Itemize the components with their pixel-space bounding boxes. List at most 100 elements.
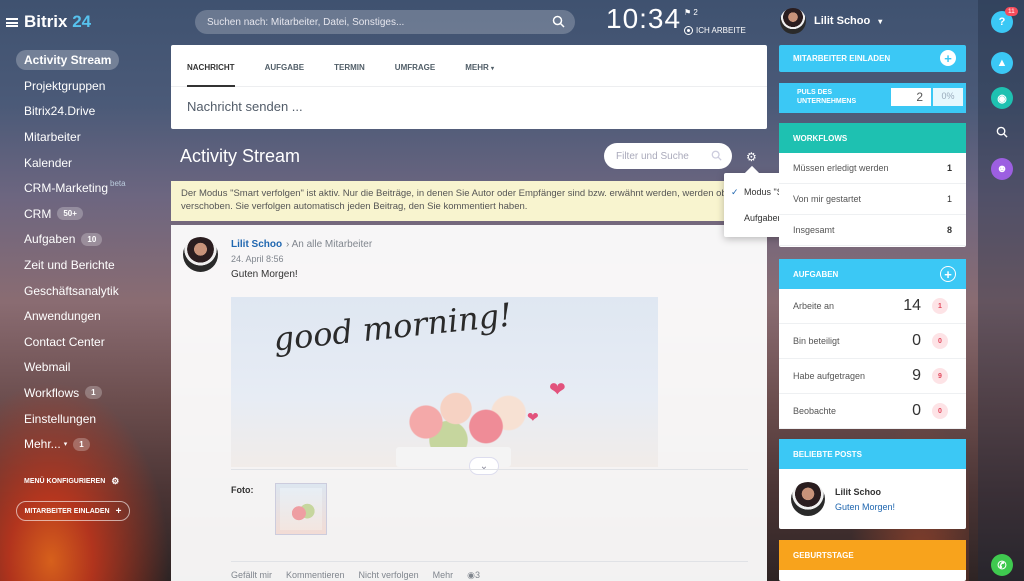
pulse-header: PULS DES UNTERNEHMENS 2 0% — [779, 83, 966, 113]
message-input[interactable]: Nachricht senden ... — [171, 87, 767, 126]
photo-label: Foto: — [231, 485, 254, 495]
post-date[interactable]: 24. April 8:56 — [231, 254, 284, 264]
workflow-label: Insgesamt — [793, 225, 835, 235]
workflow-label: Von mir gestartet — [793, 194, 862, 204]
work-status[interactable]: ICH ARBEITE — [684, 26, 746, 35]
phone-icon[interactable]: ✆ — [991, 554, 1013, 576]
sidebar-item-label: Projektgruppen — [24, 78, 106, 93]
configure-menu-link[interactable]: MENÜ KONFIGURIEREN ⚙ — [24, 476, 119, 487]
user-name: Lilit Schoo — [814, 15, 871, 27]
sidebar-item-label: Contact Center — [24, 334, 105, 349]
sidebar-item-einstellungen[interactable]: Einstellungen — [16, 406, 126, 432]
tab-termin[interactable]: TERMIN — [334, 63, 365, 86]
invite-widget-label: MITARBEITER EINLADEN — [793, 54, 891, 63]
flag-counter[interactable]: ⚑ 2 — [684, 8, 698, 17]
comment-button[interactable]: Kommentieren — [286, 570, 345, 581]
post-author[interactable]: Lilit Schoo — [231, 239, 282, 250]
sidebar-item-crm[interactable]: CRM 50+ — [16, 201, 126, 227]
popular-post-link[interactable]: Guten Morgen! — [835, 502, 895, 512]
sidebar-item-mehr[interactable]: Mehr... ▾ 1 — [16, 431, 126, 457]
list-item[interactable]: Beobachte 0 0 — [779, 394, 966, 429]
sidebar-item-workflows[interactable]: Workflows 1 — [16, 380, 126, 406]
filter-placeholder: Filter und Suche — [616, 150, 689, 162]
popular-posts-header: BELIEBTE POSTS — [779, 439, 966, 469]
menu-icon[interactable] — [6, 17, 18, 27]
like-button[interactable]: Gefällt mir — [231, 570, 272, 581]
notification-count: 11 — [1005, 7, 1018, 16]
tab-nachricht[interactable]: NACHRICHT — [187, 63, 235, 87]
sidebar-item-projektgruppen[interactable]: Projektgruppen — [16, 73, 126, 99]
sidebar-item-contact-center[interactable]: Contact Center — [16, 329, 126, 355]
user-menu[interactable]: Lilit Schoo ▾ — [780, 8, 882, 34]
sidebar-item-zeit[interactable]: Zeit und Berichte — [16, 252, 126, 278]
sidebar-item-label: Zeit und Berichte — [24, 257, 115, 272]
plus-icon[interactable]: + — [940, 266, 956, 282]
popular-post-author: Lilit Schoo — [835, 487, 881, 497]
tab-mehr[interactable]: MEHR ▾ — [465, 63, 494, 86]
tasks-header[interactable]: AUFGABEN + — [779, 259, 966, 289]
divider — [231, 561, 748, 562]
sidebar-item-activity-stream[interactable]: Activity Stream — [16, 50, 120, 70]
sidebar-item-drive[interactable]: Bitrix24.Drive — [16, 99, 126, 125]
task-count: 9 — [912, 367, 921, 384]
search-icon[interactable] — [991, 121, 1013, 143]
task-label: Arbeite an — [793, 301, 835, 311]
compose-tabs: NACHRICHT AUFGABE TERMIN UMFRAGE MEHR ▾ — [171, 45, 767, 87]
workflows-title: WORKFLOWS — [793, 133, 848, 143]
post-actions: Gefällt mir Kommentieren Nicht verfolgen… — [231, 570, 480, 581]
gear-icon: ⚙ — [111, 476, 120, 486]
bell-icon[interactable]: ▲ — [991, 52, 1013, 74]
sidebar-item-label: Aufgaben — [24, 232, 76, 247]
sidebar-item-kalender[interactable]: Kalender — [16, 150, 126, 176]
right-toolbar: ? 11 ▲ ◉ ☻ ✆ — [978, 0, 1024, 581]
avatar[interactable] — [183, 237, 218, 272]
workflows-widget: WORKFLOWS Müssen erledigt werden 1 Von mi… — [779, 123, 966, 247]
filter-input[interactable]: Filter und Suche — [604, 143, 732, 169]
sidebar-item-anwendungen[interactable]: Anwendungen — [16, 303, 126, 329]
clock[interactable]: 10:34 — [606, 3, 681, 35]
list-item[interactable]: Von mir gestartet 1 — [779, 184, 966, 215]
sidebar-item-crm-marketing[interactable]: CRM-Marketing beta — [16, 175, 126, 201]
chevron-right-icon: › — [286, 239, 290, 250]
search-icon[interactable] — [552, 15, 565, 28]
sidebar-item-label: Mitarbeiter — [24, 129, 81, 144]
thumbnail-image — [280, 488, 322, 530]
task-label: Beobachte — [793, 406, 837, 416]
sidebar-item-webmail[interactable]: Webmail — [16, 355, 126, 381]
unfollow-button[interactable]: Nicht verfolgen — [359, 570, 419, 581]
plus-icon: + — [115, 505, 122, 517]
logo-name: Bitrix — [24, 12, 68, 31]
post-image[interactable]: good morning! ❤ ❤ — [231, 297, 658, 467]
photo-thumbnail[interactable] — [275, 483, 327, 535]
invite-employees-button[interactable]: MITARBEITER EINLADEN + — [16, 501, 130, 521]
list-item[interactable]: Habe aufgetragen 9 9 — [779, 359, 966, 394]
more-button[interactable]: Mehr — [433, 570, 454, 581]
birthdays-header: GEBURTSTAGE — [779, 540, 966, 570]
list-item[interactable]: Arbeite an 14 1 — [779, 289, 966, 324]
user-icon[interactable]: ☻ — [991, 158, 1013, 180]
pulse-widget[interactable]: PULS DES UNTERNEHMENS 2 0% — [779, 83, 966, 113]
expand-button[interactable]: ⌄ — [469, 457, 499, 475]
task-count: 14 — [903, 297, 921, 314]
logo[interactable]: Bitrix 24 — [6, 12, 91, 32]
chat-icon[interactable]: ◉ — [991, 87, 1013, 109]
popular-post-item[interactable]: Lilit Schoo Guten Morgen! — [779, 469, 966, 529]
workflow-label: Müssen erledigt werden — [793, 163, 889, 173]
sidebar-item-aufgaben[interactable]: Aufgaben 10 — [16, 227, 126, 253]
list-item[interactable]: Insgesamt 8 — [779, 215, 966, 246]
gear-icon[interactable]: ⚙ — [746, 150, 757, 164]
post-recipients[interactable]: › An alle Mitarbeiter — [286, 239, 372, 250]
avatar — [780, 8, 806, 34]
tab-umfrage[interactable]: UMFRAGE — [395, 63, 435, 86]
sidebar-item-mitarbeiter[interactable]: Mitarbeiter — [16, 124, 126, 150]
search-input[interactable]: Suchen nach: Mitarbeiter, Datei, Sonstig… — [195, 10, 575, 34]
invite-widget[interactable]: MITARBEITER EINLADEN + — [779, 45, 966, 72]
list-item[interactable]: Müssen erledigt werden 1 — [779, 153, 966, 184]
birthdays-title: GEBURTSTAGE — [793, 550, 854, 560]
workflows-header[interactable]: WORKFLOWS — [779, 123, 966, 153]
tab-aufgabe[interactable]: AUFGABE — [265, 63, 305, 86]
list-item[interactable]: Bin beteiligt 0 0 — [779, 324, 966, 359]
heart-icon: ❤ — [527, 409, 539, 425]
sidebar-item-analytik[interactable]: Geschäftsanalytik — [16, 278, 126, 304]
plus-icon[interactable]: + — [940, 50, 956, 66]
